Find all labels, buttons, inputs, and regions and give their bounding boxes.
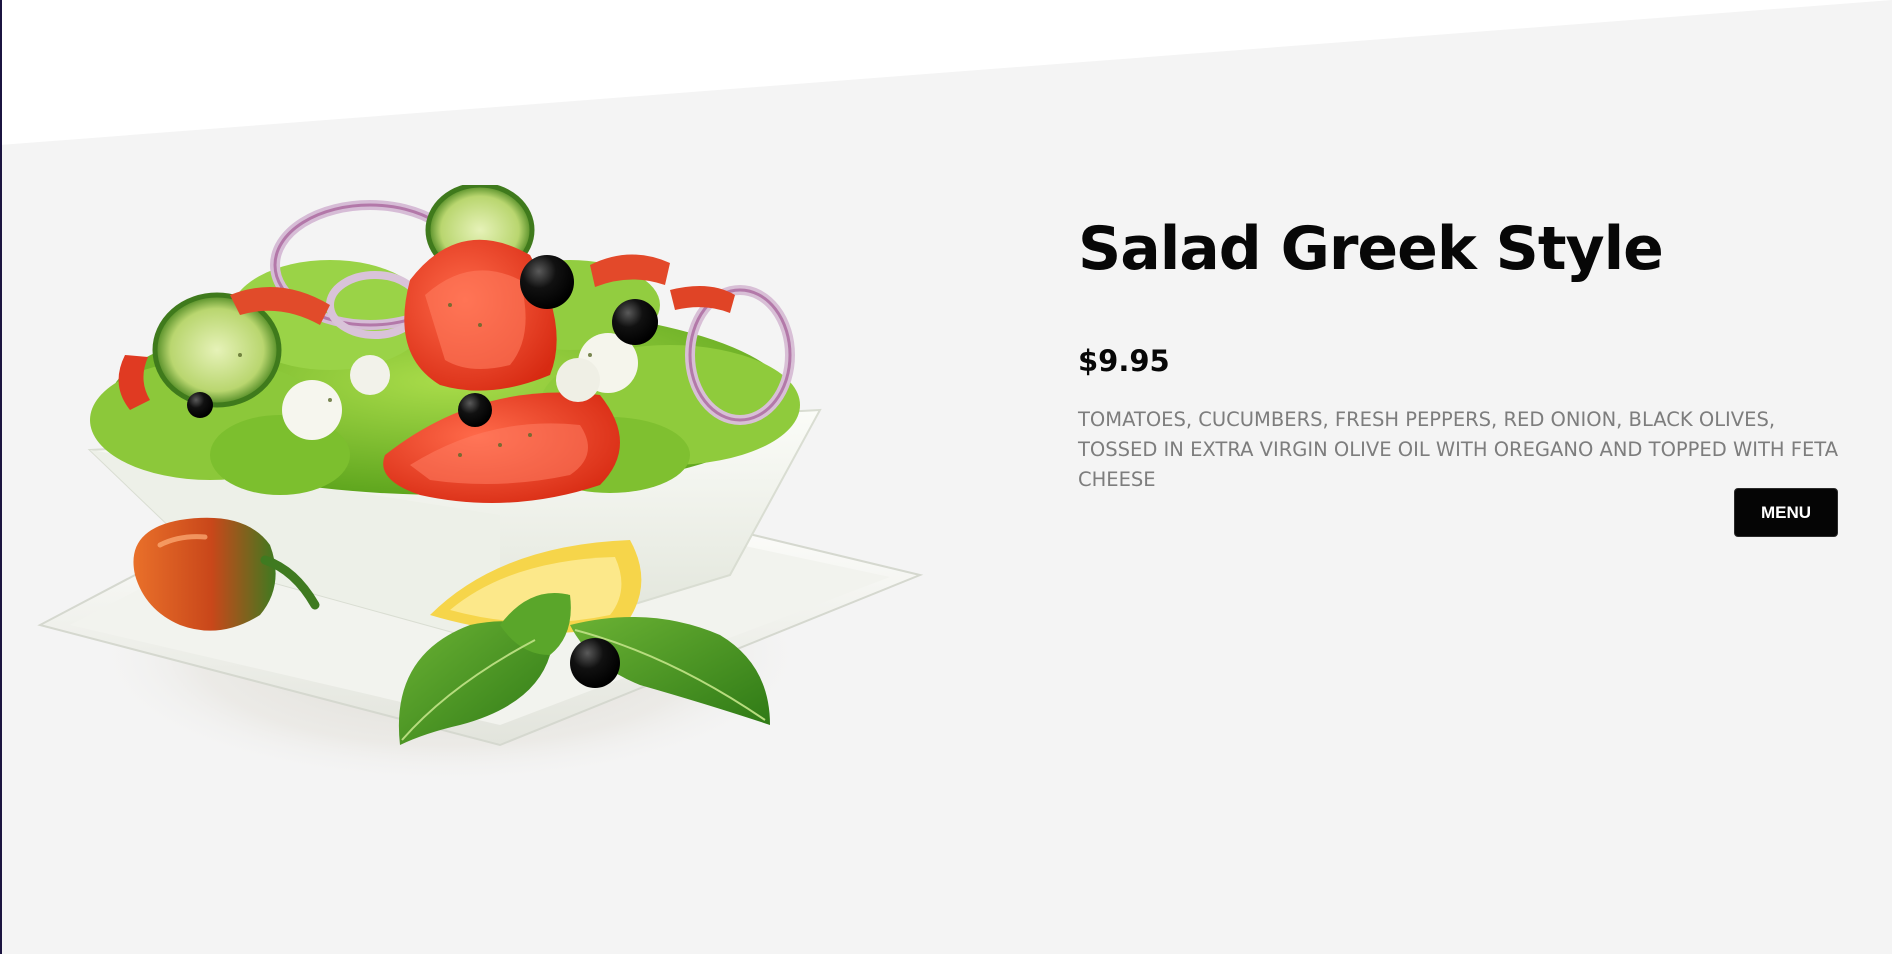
product-section: Salad Greek Style $9.95 TOMATOES, CUCUMB… — [0, 0, 1892, 954]
product-price: $9.95 — [1078, 344, 1170, 378]
left-edge-bar — [0, 0, 2, 954]
salad-dish-image — [37, 185, 924, 785]
product-description: TOMATOES, CUCUMBERS, FRESH PEPPERS, RED … — [1078, 408, 1839, 491]
product-title: Salad Greek Style — [1078, 214, 1664, 284]
product-details: Salad Greek Style $9.95 TOMATOES, CUCUMB… — [1078, 205, 1848, 495]
menu-button[interactable]: MENU — [1734, 488, 1838, 537]
